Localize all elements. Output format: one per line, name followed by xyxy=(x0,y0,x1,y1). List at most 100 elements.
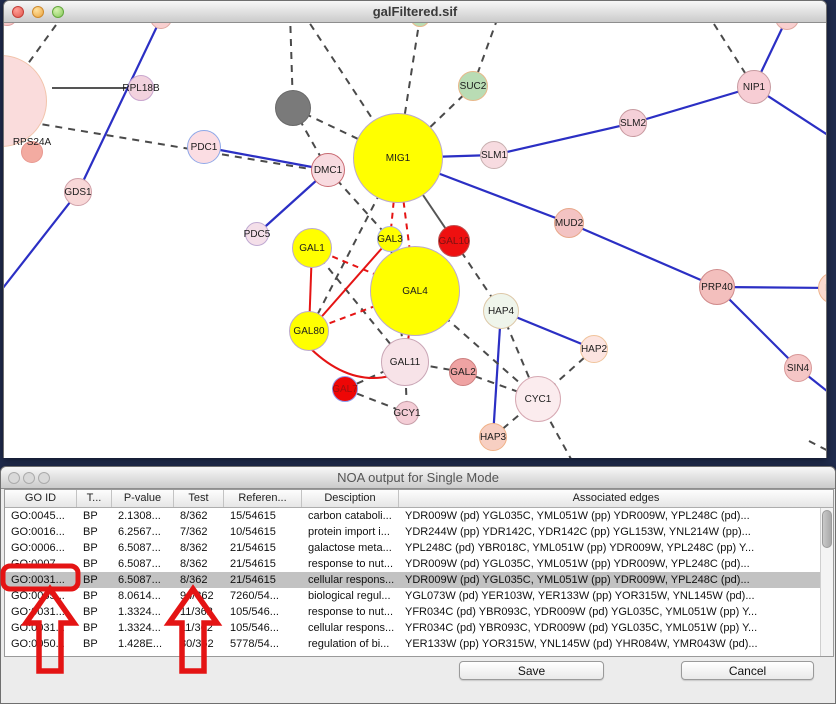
table-cell: GO:0065... xyxy=(5,588,77,604)
node-gds1[interactable]: GDS1 xyxy=(64,178,92,206)
node-label: GAL10 xyxy=(438,236,469,247)
node-slm2[interactable]: SLM2 xyxy=(619,109,647,137)
node-hap2[interactable]: HAP2 xyxy=(580,335,608,363)
table-cell: 6.5087... xyxy=(112,572,174,588)
node-nip1[interactable]: NIP1 xyxy=(737,70,771,104)
node-gal2[interactable]: GAL2 xyxy=(449,358,477,386)
table-cell: YDR009W (pd) YGL035C, YML051W (pp) YDR00… xyxy=(399,572,833,588)
node-label: PDC1 xyxy=(191,142,218,153)
cancel-button[interactable]: Cancel xyxy=(681,661,814,680)
save-button[interactable]: Save xyxy=(459,661,604,680)
node-gal11[interactable]: GAL11 xyxy=(381,338,429,386)
table-cell: 1.3324... xyxy=(112,620,174,636)
table-cell: 8.0614... xyxy=(112,588,174,604)
table-cell: 21/54615 xyxy=(224,572,302,588)
table-cell: 80/362 xyxy=(174,636,224,652)
vertical-scrollbar[interactable] xyxy=(820,508,833,656)
node-mud2[interactable]: MUD2 xyxy=(554,208,584,238)
table-cell: GO:0031... xyxy=(5,572,77,588)
table-cell: 8/362 xyxy=(174,508,224,524)
table-cell: GO:0050... xyxy=(5,636,77,652)
node-rps24a[interactable]: RPS24A xyxy=(21,141,43,163)
node-gal4[interactable]: GAL4 xyxy=(370,246,460,336)
table-cell: protein import i... xyxy=(302,524,399,540)
node-label: GAL11 xyxy=(390,357,420,368)
network-edge xyxy=(4,192,78,293)
node-unlabeled[interactable] xyxy=(275,90,311,126)
table-cell: 11/362 xyxy=(174,604,224,620)
node-gal10[interactable]: GAL10 xyxy=(438,225,470,257)
node-rpl18b[interactable]: RPL18B xyxy=(128,75,154,101)
table-cell: GO:0031... xyxy=(5,604,77,620)
table-cell: BP xyxy=(77,572,112,588)
column-header-associated-edges[interactable]: Associated edges xyxy=(399,490,833,507)
column-header-t[interactable]: T... xyxy=(77,490,112,507)
table-cell: 15/54615 xyxy=(224,508,302,524)
table-row[interactable]: GO:0065...BP8.0614...94/3627260/54...bio… xyxy=(5,588,833,604)
node-sin4[interactable]: SIN4 xyxy=(784,354,812,382)
table-cell: 1.3324... xyxy=(112,604,174,620)
table-row[interactable]: GO:0016...BP6.2567...7/36210/54615protei… xyxy=(5,524,833,540)
table-cell: 21/54615 xyxy=(224,556,302,572)
table-row[interactable]: GO:0007...BP6.5087...8/36221/54615respon… xyxy=(5,556,833,572)
table-row[interactable]: GO:0031...BP1.3324...11/362105/546...res… xyxy=(5,604,833,620)
node-label: CYC1 xyxy=(525,394,552,405)
table-cell: cellular respons... xyxy=(302,620,399,636)
node-gal1[interactable]: GAL1 xyxy=(292,228,332,268)
table-cell: 8/362 xyxy=(174,556,224,572)
table-row[interactable]: GO:0006...BP6.5087...8/36221/54615galact… xyxy=(5,540,833,556)
network-edge xyxy=(4,118,334,173)
scrollbar-thumb[interactable] xyxy=(822,510,832,548)
table-cell: response to nut... xyxy=(302,556,399,572)
table-row[interactable]: GO:0050...BP1.428E...80/3625778/54...reg… xyxy=(5,636,833,652)
node-suc2[interactable]: SUC2 xyxy=(458,71,488,101)
node-hap4[interactable]: HAP4 xyxy=(483,293,519,329)
column-header-test[interactable]: Test xyxy=(174,490,224,507)
node-pdc1[interactable]: PDC1 xyxy=(187,130,221,164)
node-dmc1[interactable]: DMC1 xyxy=(311,153,345,187)
table-cell: BP xyxy=(77,540,112,556)
node-cyc1[interactable]: CYC1 xyxy=(515,376,561,422)
table-cell: 105/546... xyxy=(224,620,302,636)
node-label: GAL3 xyxy=(377,234,403,245)
node-hap3[interactable]: HAP3 xyxy=(479,423,507,451)
node-label: MSI xyxy=(825,283,826,294)
column-header-p-value[interactable]: P-value xyxy=(112,490,174,507)
table-cell: 10/54615 xyxy=(224,524,302,540)
table-cell: YPL248C (pd) YBR018C, YML051W (pp) YDR00… xyxy=(399,540,833,556)
node-gcy1[interactable]: GCY1 xyxy=(395,401,419,425)
table-row[interactable]: GO:0031...BP6.5087...8/36221/54615cellul… xyxy=(5,572,833,588)
node-mig1[interactable]: MIG1 xyxy=(353,113,443,203)
node-gal7[interactable]: GAL7 xyxy=(332,376,358,402)
node-label: SIN4 xyxy=(787,363,809,374)
node-prp40[interactable]: PRP40 xyxy=(699,269,735,305)
node-label: GAL1 xyxy=(299,243,325,254)
node-pdc5[interactable]: PDC5 xyxy=(245,222,269,246)
table-cell: GO:0045... xyxy=(5,508,77,524)
table-cell: regulation of bi... xyxy=(302,636,399,652)
node-label: SUC2 xyxy=(460,81,487,92)
table-cell: 8/362 xyxy=(174,572,224,588)
node-gal80[interactable]: GAL80 xyxy=(289,311,329,351)
table-row[interactable]: GO:0045...BP2.1308...8/36215/54615carbon… xyxy=(5,508,833,524)
column-header-go-id[interactable]: GO ID xyxy=(5,490,77,507)
table-cell: 5778/54... xyxy=(224,636,302,652)
table-cell: BP xyxy=(77,604,112,620)
column-header-referen[interactable]: Referen... xyxy=(224,490,302,507)
column-header-desciption[interactable]: Desciption xyxy=(302,490,399,507)
noa-window-titlebar[interactable]: NOA output for Single Mode xyxy=(1,467,835,489)
table-cell: 7/362 xyxy=(174,524,224,540)
node-label: NIP1 xyxy=(743,82,765,93)
node-slm1[interactable]: SLM1 xyxy=(480,141,508,169)
network-window-titlebar[interactable]: galFiltered.sif xyxy=(4,1,826,23)
network-window-title: galFiltered.sif xyxy=(4,4,826,19)
table-cell: 6.2567... xyxy=(112,524,174,540)
table-cell: 2.1308... xyxy=(112,508,174,524)
node-label: GAL7 xyxy=(332,384,358,395)
table-row[interactable]: GO:0031...BP1.3324...11/362105/546...cel… xyxy=(5,620,833,636)
table-cell: response to nut... xyxy=(302,604,399,620)
table-cell: GO:0031... xyxy=(5,620,77,636)
network-canvas[interactable]: RPL18B RPS24A GDS1 PDC1 DMC1MIG1 SUC2 SLM1 SLM2… xyxy=(4,23,826,458)
network-edge xyxy=(569,223,717,287)
network-edge xyxy=(633,87,754,123)
